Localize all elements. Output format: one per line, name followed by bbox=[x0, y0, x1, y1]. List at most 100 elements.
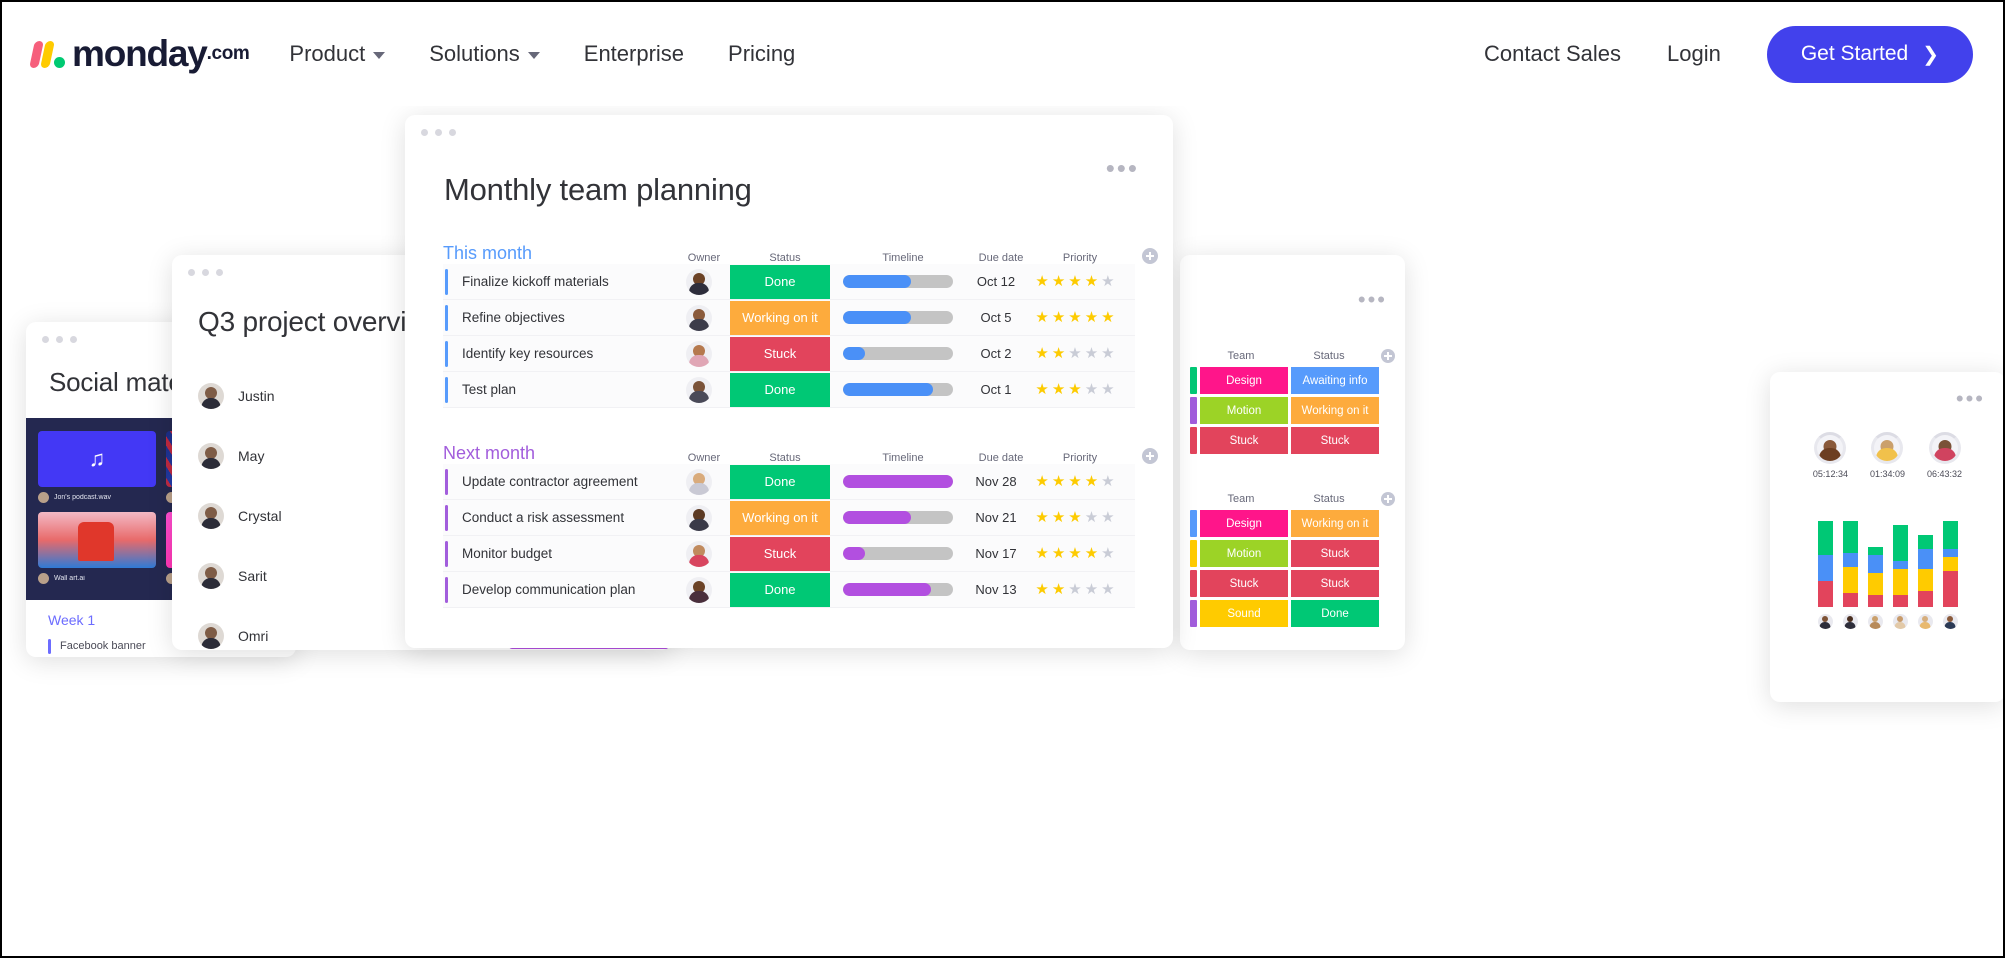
status-badge[interactable]: Stuck bbox=[1291, 540, 1379, 567]
owner-cell[interactable] bbox=[669, 468, 729, 495]
owner-cell[interactable] bbox=[669, 576, 729, 603]
due-date-cell[interactable]: Oct 2 bbox=[965, 346, 1027, 361]
owner-cell[interactable] bbox=[669, 340, 729, 367]
social-tile[interactable]: ♫ Jon's podcast.wav bbox=[38, 431, 156, 503]
owner-cell[interactable] bbox=[669, 504, 729, 531]
status-badge[interactable]: Working on it bbox=[1291, 510, 1379, 537]
status-badge[interactable]: Awaiting info bbox=[1291, 367, 1379, 394]
timeline-track bbox=[843, 547, 953, 560]
timer-item[interactable]: 05:12:34 bbox=[1813, 432, 1848, 479]
status-cell[interactable]: Stuck bbox=[729, 336, 831, 371]
board-group-title[interactable]: This month bbox=[443, 243, 674, 264]
owner-cell[interactable] bbox=[669, 268, 729, 295]
table-row[interactable]: Refine objectives Working on it Oct 5 ★ ★ ★ ★ ★ bbox=[443, 300, 1135, 336]
status-cell[interactable]: Done bbox=[729, 572, 831, 607]
status-cell[interactable]: Done bbox=[729, 264, 831, 299]
table-row[interactable]: Finalize kickoff materials Done Oct 12 ★ ★ ★ ★… bbox=[443, 264, 1135, 300]
timeline-cell[interactable] bbox=[831, 475, 965, 488]
team-badge[interactable]: Stuck bbox=[1200, 570, 1288, 597]
star-icon: ★ bbox=[1084, 309, 1099, 326]
status-cell[interactable]: Working on it bbox=[729, 500, 831, 535]
timeline-cell[interactable] bbox=[831, 311, 965, 324]
add-column-button[interactable] bbox=[1381, 349, 1395, 363]
table-row[interactable]: Identify key resources Stuck Oct 2 ★ ★ ★ ★ ★ bbox=[443, 336, 1135, 372]
owner-cell[interactable] bbox=[669, 304, 729, 331]
timeline-track bbox=[843, 311, 953, 324]
social-tile[interactable]: Wall art.ai bbox=[38, 512, 156, 584]
timeline-cell[interactable] bbox=[831, 583, 965, 596]
timeline-cell[interactable] bbox=[831, 511, 965, 524]
timeline-cell[interactable] bbox=[831, 383, 965, 396]
team-badge[interactable]: Sound bbox=[1200, 600, 1288, 627]
table-row[interactable]: Conduct a risk assessment Working on it No… bbox=[443, 500, 1135, 536]
table-row[interactable]: Develop communication plan Done Nov 13 ★ ★ ★ ★… bbox=[443, 572, 1135, 608]
team-status-card[interactable]: ••• Team Status Design Awaiting info Motio… bbox=[1180, 255, 1405, 650]
due-date-cell[interactable]: Nov 17 bbox=[965, 546, 1027, 561]
nav-item-solutions[interactable]: Solutions bbox=[429, 41, 540, 67]
team-badge[interactable]: Design bbox=[1200, 367, 1288, 394]
table-row[interactable]: Test plan Done Oct 1 ★ ★ ★ ★ ★ bbox=[443, 372, 1135, 408]
owner-cell[interactable] bbox=[669, 540, 729, 567]
status-cell[interactable]: Working on it bbox=[729, 300, 831, 335]
table-row[interactable]: Design Awaiting info bbox=[1180, 367, 1405, 394]
priority-cell[interactable]: ★ ★ ★ ★ ★ bbox=[1027, 310, 1123, 325]
team-badge[interactable]: Design bbox=[1200, 510, 1288, 537]
priority-cell[interactable]: ★ ★ ★ ★ ★ bbox=[1027, 510, 1123, 525]
table-row[interactable]: Stuck Stuck bbox=[1180, 427, 1405, 454]
due-date-cell[interactable]: Nov 21 bbox=[965, 510, 1027, 525]
star-icon: ★ bbox=[1084, 273, 1099, 290]
monday-logo[interactable]: monday .com bbox=[29, 33, 250, 75]
priority-cell[interactable]: ★ ★ ★ ★ ★ bbox=[1027, 274, 1123, 289]
status-badge[interactable]: Done bbox=[1291, 600, 1379, 627]
timer-item[interactable]: 01:34:09 bbox=[1870, 432, 1905, 479]
table-row[interactable]: Monitor budget Stuck Nov 17 ★ ★ ★ ★ ★ bbox=[443, 536, 1135, 572]
priority-cell[interactable]: ★ ★ ★ ★ ★ bbox=[1027, 382, 1123, 397]
get-started-button[interactable]: Get Started ❯ bbox=[1766, 25, 1973, 83]
add-column-button[interactable] bbox=[1142, 248, 1158, 264]
owner-cell[interactable] bbox=[669, 376, 729, 403]
due-date-cell[interactable]: Oct 1 bbox=[965, 382, 1027, 397]
timeline-cell[interactable] bbox=[831, 275, 965, 288]
board-group-title[interactable]: Next month bbox=[443, 443, 674, 464]
timeline-cell[interactable] bbox=[831, 547, 965, 560]
more-options-icon[interactable]: ••• bbox=[1956, 388, 1985, 410]
workload-chart-card[interactable]: ••• 05:12:34 01:34:09 06:43:32 bbox=[1770, 372, 2003, 702]
status-badge[interactable]: Stuck bbox=[1291, 570, 1379, 597]
more-options-icon[interactable]: ••• bbox=[1358, 289, 1387, 311]
table-row[interactable]: Motion Stuck bbox=[1180, 540, 1405, 567]
timer-value: 01:34:09 bbox=[1869, 469, 1906, 479]
table-row[interactable]: Stuck Stuck bbox=[1180, 570, 1405, 597]
table-row[interactable]: Design Working on it bbox=[1180, 510, 1405, 537]
team-badge[interactable]: Stuck bbox=[1200, 427, 1288, 454]
status-cell[interactable]: Done bbox=[729, 372, 831, 407]
monthly-team-planning-card[interactable]: Monthly team planning ••• This month Owne… bbox=[405, 115, 1173, 648]
nav-item-product[interactable]: Product bbox=[289, 41, 386, 67]
nav-item-contact-sales[interactable]: Contact Sales bbox=[1484, 41, 1621, 67]
priority-cell[interactable]: ★ ★ ★ ★ ★ bbox=[1027, 546, 1123, 561]
nav-item-pricing[interactable]: Pricing bbox=[728, 41, 795, 67]
priority-cell[interactable]: ★ ★ ★ ★ ★ bbox=[1027, 474, 1123, 489]
status-cell[interactable]: Done bbox=[729, 464, 831, 499]
add-column-button[interactable] bbox=[1142, 448, 1158, 464]
nav-item-enterprise[interactable]: Enterprise bbox=[584, 41, 684, 67]
status-badge[interactable]: Working on it bbox=[1291, 397, 1379, 424]
due-date-cell[interactable]: Oct 5 bbox=[965, 310, 1027, 325]
due-date-cell[interactable]: Nov 13 bbox=[965, 582, 1027, 597]
add-column-button[interactable] bbox=[1381, 492, 1395, 506]
priority-cell[interactable]: ★ ★ ★ ★ ★ bbox=[1027, 346, 1123, 361]
table-row[interactable]: Motion Working on it bbox=[1180, 397, 1405, 424]
team-badge[interactable]: Motion bbox=[1200, 540, 1288, 567]
status-cell[interactable]: Stuck bbox=[729, 536, 831, 571]
nav-item-login[interactable]: Login bbox=[1667, 41, 1721, 67]
due-date-cell[interactable]: Oct 12 bbox=[965, 274, 1027, 289]
team-badge[interactable]: Motion bbox=[1200, 397, 1288, 424]
timer-item[interactable]: 06:43:32 bbox=[1927, 432, 1962, 479]
status-badge[interactable]: Stuck bbox=[1291, 427, 1379, 454]
priority-cell[interactable]: ★ ★ ★ ★ ★ bbox=[1027, 582, 1123, 597]
star-icon: ★ bbox=[1035, 545, 1049, 562]
table-row[interactable]: Update contractor agreement Done Nov 28 ★ ★ ★… bbox=[443, 464, 1135, 500]
due-date-cell[interactable]: Nov 28 bbox=[965, 474, 1027, 489]
more-options-icon[interactable]: ••• bbox=[1106, 155, 1139, 181]
timeline-cell[interactable] bbox=[831, 347, 965, 360]
table-row[interactable]: Sound Done bbox=[1180, 600, 1405, 627]
